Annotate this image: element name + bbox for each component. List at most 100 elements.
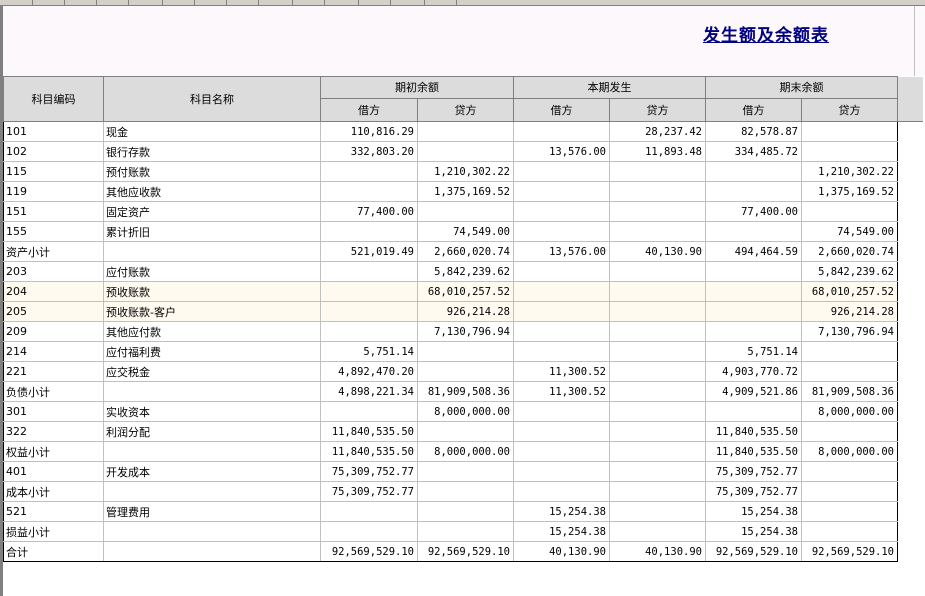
- period-debit-cell[interactable]: [513, 461, 610, 482]
- opening-credit-cell[interactable]: 8,000,000.00: [417, 401, 514, 422]
- column-header-opening-credit[interactable]: 贷方: [417, 97, 514, 123]
- opening-debit-cell[interactable]: 11,840,535.50: [320, 421, 418, 442]
- closing-credit-cell[interactable]: 8,000,000.00: [801, 401, 898, 422]
- account-code-cell[interactable]: 221: [3, 361, 104, 382]
- table-row[interactable]: 损益小计 15,254.38 15,254.38: [3, 521, 923, 542]
- account-name-cell[interactable]: 应付账款: [103, 261, 321, 282]
- period-credit-cell[interactable]: [609, 361, 706, 382]
- opening-debit-cell[interactable]: 4,898,221.34: [320, 381, 418, 402]
- closing-debit-cell[interactable]: 15,254.38: [705, 521, 802, 542]
- account-name-cell[interactable]: 固定资产: [103, 201, 321, 222]
- account-name-cell[interactable]: 累计折旧: [103, 221, 321, 242]
- closing-debit-cell[interactable]: [705, 401, 802, 422]
- period-credit-cell[interactable]: [609, 261, 706, 282]
- account-code-cell[interactable]: 合计: [3, 541, 104, 562]
- closing-debit-cell[interactable]: 75,309,752.77: [705, 481, 802, 502]
- period-credit-cell[interactable]: 11,893.48: [609, 141, 706, 162]
- closing-credit-cell[interactable]: [801, 141, 898, 162]
- table-row[interactable]: 521 管理费用 15,254.38 15,254.38: [3, 501, 923, 522]
- account-name-cell[interactable]: [103, 241, 321, 262]
- opening-credit-cell[interactable]: 926,214.28: [417, 301, 514, 322]
- period-credit-cell[interactable]: [609, 281, 706, 302]
- account-code-cell[interactable]: 权益小计: [3, 441, 104, 462]
- opening-debit-cell[interactable]: 77,400.00: [320, 201, 418, 222]
- table-row[interactable]: 214 应付福利费 5,751.14 5,751.14: [3, 341, 923, 362]
- period-debit-cell[interactable]: [513, 201, 610, 222]
- toolbar-button[interactable]: [359, 0, 391, 5]
- closing-credit-cell[interactable]: 1,375,169.52: [801, 181, 898, 202]
- opening-credit-cell[interactable]: 81,909,508.36: [417, 381, 514, 402]
- toolbar-button[interactable]: [97, 0, 129, 5]
- toolbar-button[interactable]: [0, 0, 33, 5]
- closing-credit-cell[interactable]: [801, 121, 898, 142]
- closing-debit-cell[interactable]: [705, 221, 802, 242]
- opening-debit-cell[interactable]: [320, 401, 418, 422]
- closing-credit-cell[interactable]: [801, 481, 898, 502]
- period-debit-cell[interactable]: [513, 301, 610, 322]
- period-credit-cell[interactable]: [609, 321, 706, 342]
- account-code-cell[interactable]: 102: [3, 141, 104, 162]
- account-name-cell[interactable]: 管理费用: [103, 501, 321, 522]
- opening-credit-cell[interactable]: 92,569,529.10: [417, 541, 514, 562]
- opening-credit-cell[interactable]: [417, 141, 514, 162]
- period-debit-cell[interactable]: 15,254.38: [513, 521, 610, 542]
- closing-debit-cell[interactable]: [705, 161, 802, 182]
- opening-credit-cell[interactable]: 5,842,239.62: [417, 261, 514, 282]
- period-debit-cell[interactable]: 13,576.00: [513, 141, 610, 162]
- account-name-cell[interactable]: [103, 481, 321, 502]
- closing-debit-cell[interactable]: [705, 301, 802, 322]
- period-debit-cell[interactable]: [513, 281, 610, 302]
- closing-debit-cell[interactable]: 11,840,535.50: [705, 421, 802, 442]
- closing-debit-cell[interactable]: 92,569,529.10: [705, 541, 802, 562]
- period-credit-cell[interactable]: 28,237.42: [609, 121, 706, 142]
- account-code-cell[interactable]: 214: [3, 341, 104, 362]
- toolbar-button[interactable]: [293, 0, 325, 5]
- account-name-cell[interactable]: 利润分配: [103, 421, 321, 442]
- closing-debit-cell[interactable]: 334,485.72: [705, 141, 802, 162]
- period-credit-cell[interactable]: [609, 201, 706, 222]
- opening-credit-cell[interactable]: 68,010,257.52: [417, 281, 514, 302]
- table-row[interactable]: 119 其他应收款 1,375,169.52 1,375,169.52: [3, 181, 923, 202]
- table-row[interactable]: 成本小计 75,309,752.77 75,309,752.77: [3, 481, 923, 502]
- account-name-cell[interactable]: 开发成本: [103, 461, 321, 482]
- table-row[interactable]: 155 累计折旧 74,549.00 74,549.00: [3, 221, 923, 242]
- account-code-cell[interactable]: 101: [3, 121, 104, 142]
- closing-credit-cell[interactable]: [801, 341, 898, 362]
- column-header-code[interactable]: 科目编码: [3, 76, 104, 122]
- closing-debit-cell[interactable]: 11,840,535.50: [705, 441, 802, 462]
- table-row[interactable]: 115 预付账款 1,210,302.22 1,210,302.22: [3, 161, 923, 182]
- period-debit-cell[interactable]: [513, 341, 610, 362]
- opening-debit-cell[interactable]: [320, 181, 418, 202]
- closing-debit-cell[interactable]: 75,309,752.77: [705, 461, 802, 482]
- period-debit-cell[interactable]: [513, 401, 610, 422]
- closing-credit-cell[interactable]: 74,549.00: [801, 221, 898, 242]
- closing-credit-cell[interactable]: [801, 501, 898, 522]
- opening-debit-cell[interactable]: [320, 321, 418, 342]
- toolbar-button[interactable]: [129, 0, 163, 5]
- opening-credit-cell[interactable]: [417, 461, 514, 482]
- account-name-cell[interactable]: 预付账款: [103, 161, 321, 182]
- account-code-cell[interactable]: 205: [3, 301, 104, 322]
- column-header-period-debit[interactable]: 借方: [513, 97, 610, 123]
- balance-grid[interactable]: 科目编码 科目名称 期初余额 本期发生 期末余额 借方 贷方 借方 贷方 借方 …: [3, 76, 925, 596]
- period-credit-cell[interactable]: [609, 301, 706, 322]
- table-row[interactable]: 221 应交税金 4,892,470.20 11,300.52 4,903,770.72: [3, 361, 923, 382]
- table-row[interactable]: 102 银行存款 332,803.20 13,576.00 11,893.48 334,4…: [3, 141, 923, 162]
- table-row[interactable]: 209 其他应付款 7,130,796.94 7,130,796.94: [3, 321, 923, 342]
- closing-credit-cell[interactable]: [801, 521, 898, 542]
- closing-credit-cell[interactable]: 92,569,529.10: [801, 541, 898, 562]
- closing-credit-cell[interactable]: 1,210,302.22: [801, 161, 898, 182]
- period-debit-cell[interactable]: [513, 161, 610, 182]
- opening-debit-cell[interactable]: 4,892,470.20: [320, 361, 418, 382]
- account-code-cell[interactable]: 521: [3, 501, 104, 522]
- closing-credit-cell[interactable]: 68,010,257.52: [801, 281, 898, 302]
- opening-debit-cell[interactable]: [320, 161, 418, 182]
- closing-debit-cell[interactable]: 77,400.00: [705, 201, 802, 222]
- account-code-cell[interactable]: 322: [3, 421, 104, 442]
- opening-credit-cell[interactable]: [417, 521, 514, 542]
- closing-credit-cell[interactable]: 5,842,239.62: [801, 261, 898, 282]
- period-credit-cell[interactable]: [609, 161, 706, 182]
- period-debit-cell[interactable]: 11,300.52: [513, 381, 610, 402]
- table-row[interactable]: 301 实收资本 8,000,000.00 8,000,000.00: [3, 401, 923, 422]
- toolbar-button[interactable]: [195, 0, 227, 5]
